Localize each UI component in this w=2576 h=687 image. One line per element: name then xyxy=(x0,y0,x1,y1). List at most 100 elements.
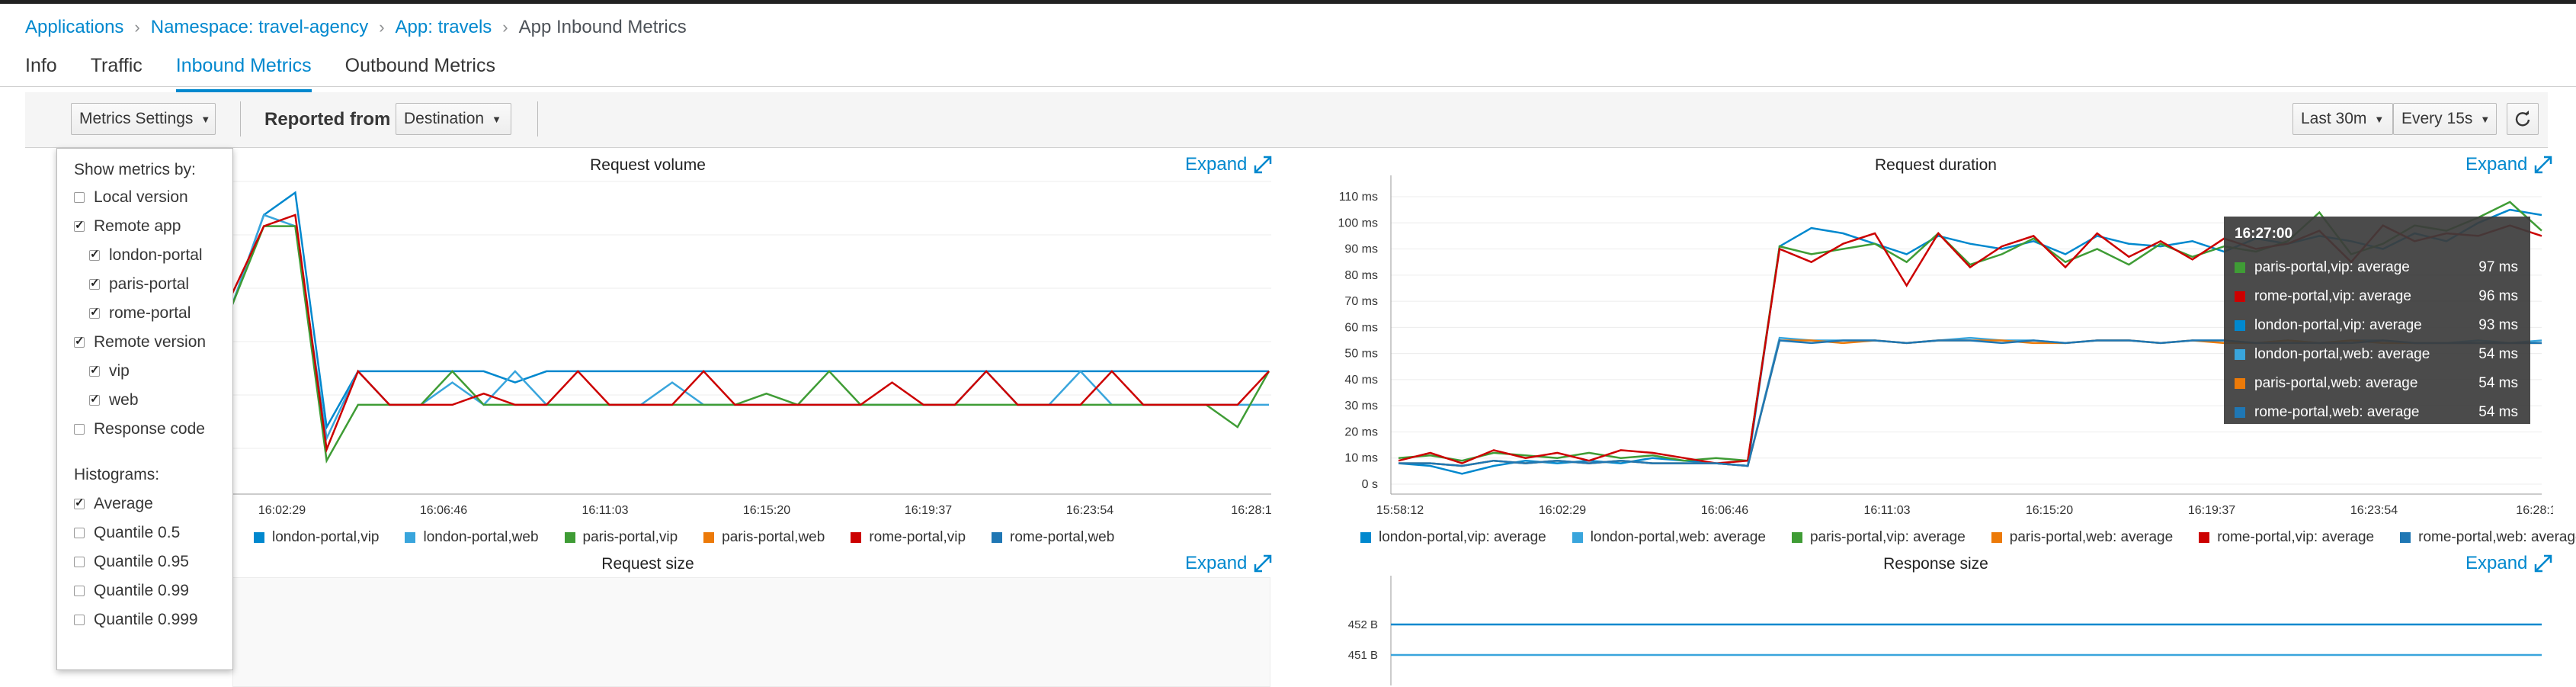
quantile-0999-checkbox[interactable] xyxy=(74,615,85,625)
legend-item[interactable]: paris-portal,web: average xyxy=(1991,529,2173,546)
quantile-099-checkbox[interactable] xyxy=(74,586,85,596)
legend-swatch xyxy=(2400,532,2411,543)
x-tick-label: 16:28:1 xyxy=(1231,504,1271,517)
metrics-toolbar: Metrics Settings ▼ Reported from Destinat… xyxy=(25,92,2548,148)
remote-version-vip[interactable]: vip xyxy=(89,362,130,380)
legend-item[interactable]: london-portal,web xyxy=(405,529,539,546)
reported-from-select[interactable]: Destination ▼ xyxy=(396,103,511,135)
expand-response-size[interactable]: Expand xyxy=(2465,553,2553,574)
local-version-option[interactable]: Local version xyxy=(74,188,188,207)
expand-request-duration[interactable]: Expand xyxy=(2465,154,2553,175)
tooltip-swatch xyxy=(2235,378,2245,389)
remote-app-option[interactable]: Remote app xyxy=(74,217,181,236)
tooltip-series-value: 54 ms xyxy=(2478,375,2518,391)
average-checkbox[interactable] xyxy=(74,496,85,509)
legend-swatch xyxy=(405,532,416,543)
legend-item[interactable]: rome-portal,vip: average xyxy=(2199,529,2374,546)
legend-item[interactable]: rome-portal,vip xyxy=(851,529,966,546)
remote-app-checkbox[interactable] xyxy=(74,218,85,232)
legend-label: paris-portal,vip: average xyxy=(1809,529,1966,545)
toolbar-divider xyxy=(537,101,538,136)
expand-label: Expand xyxy=(1185,553,1248,573)
legend-item[interactable]: london-portal,vip xyxy=(254,529,379,546)
expand-request-volume[interactable]: Expand xyxy=(1185,154,1273,175)
tooltip-series-value: 96 ms xyxy=(2478,288,2518,304)
rome-portal-checkbox[interactable] xyxy=(89,305,100,319)
remote-version-web[interactable]: web xyxy=(89,391,139,409)
tab-divider xyxy=(0,86,2576,87)
tooltip-row: paris-portal,vip: average 97 ms xyxy=(2235,259,2518,276)
request-volume-title: Request volume xyxy=(590,156,706,174)
x-tick-label: 16:15:20 xyxy=(743,504,790,517)
local-version-label: Local version xyxy=(94,188,188,206)
legend-swatch xyxy=(1791,532,1802,543)
remote-app-london[interactable]: london-portal xyxy=(89,246,203,265)
remote-app-paris[interactable]: paris-portal xyxy=(89,275,189,294)
web-label: web xyxy=(109,391,139,409)
histogram-quantile-099[interactable]: Quantile 0.99 xyxy=(74,582,189,600)
reported-from-value: Destination xyxy=(404,110,485,127)
y-tick-label: 60 ms xyxy=(1344,321,1378,334)
histogram-average[interactable]: Average xyxy=(74,495,153,513)
remote-app-rome[interactable]: rome-portal xyxy=(89,304,191,323)
expand-request-size[interactable]: Expand xyxy=(1185,553,1273,574)
legend-swatch xyxy=(992,532,1003,543)
legend-swatch xyxy=(703,532,715,543)
vip-label: vip xyxy=(109,362,130,380)
y-tick-label: 80 ms xyxy=(1344,269,1378,282)
legend-item[interactable]: paris-portal,vip xyxy=(564,529,678,546)
legend-swatch xyxy=(1991,532,2002,543)
tooltip-series-name: london-portal,web: average xyxy=(2254,346,2430,362)
legend-swatch xyxy=(254,532,264,543)
quantile-05-label: Quantile 0.5 xyxy=(94,524,181,541)
legend-item[interactable]: paris-portal,web xyxy=(703,529,825,546)
breadcrumb-app[interactable]: App: travels xyxy=(396,17,492,38)
tooltip-series-name: paris-portal,web: average xyxy=(2254,375,2418,391)
histogram-quantile-095[interactable]: Quantile 0.95 xyxy=(74,553,189,571)
chevron-down-icon: ▼ xyxy=(200,113,211,125)
request-duration-title: Request duration xyxy=(1875,156,1997,174)
legend-label: paris-portal,web: average xyxy=(2009,529,2174,545)
legend-swatch xyxy=(564,532,575,543)
tooltip-time: 16:27:00 xyxy=(2235,226,2293,242)
y-tick-label: 0 s xyxy=(1362,478,1378,491)
histogram-quantile-0999[interactable]: Quantile 0.999 xyxy=(74,611,198,629)
legend-item[interactable]: paris-portal,vip: average xyxy=(1791,529,1966,546)
request-duration-legend: london-portal,vip: average london-portal,… xyxy=(1360,529,2576,546)
metrics-settings-button[interactable]: Metrics Settings ▼ xyxy=(71,103,216,135)
time-range-value: Last 30m xyxy=(2301,110,2367,127)
legend-item[interactable]: rome-portal,web: average xyxy=(2400,529,2576,546)
legend-item[interactable]: rome-portal,web xyxy=(992,529,1114,546)
quantile-05-checkbox[interactable] xyxy=(74,528,85,538)
response-code-option[interactable]: Response code xyxy=(74,420,205,438)
vip-checkbox[interactable] xyxy=(89,363,100,377)
time-range-select[interactable]: Last 30m ▼ xyxy=(2292,103,2393,135)
tooltip-series-value: 54 ms xyxy=(2478,346,2518,362)
y-tick-label: 50 ms xyxy=(1344,348,1378,361)
x-tick-label: 16:02:29 xyxy=(258,504,306,517)
series-line xyxy=(231,225,1270,464)
breadcrumb-applications[interactable]: Applications xyxy=(25,17,123,38)
london-portal-checkbox[interactable] xyxy=(89,247,100,261)
remote-version-option[interactable]: Remote version xyxy=(74,333,206,352)
legend-item[interactable]: london-portal,vip: average xyxy=(1360,529,1546,546)
legend-item[interactable]: london-portal,web: average xyxy=(1572,529,1766,546)
tooltip-row: london-portal,vip: average 93 ms xyxy=(2235,317,2518,334)
legend-label: london-portal,vip: average xyxy=(1379,529,1546,545)
refresh-icon xyxy=(2515,111,2530,127)
local-version-checkbox[interactable] xyxy=(74,192,85,203)
response-code-checkbox[interactable] xyxy=(74,424,85,435)
remote-version-checkbox[interactable] xyxy=(74,334,85,348)
chevron-down-icon: ▼ xyxy=(2480,113,2491,125)
remote-version-label: Remote version xyxy=(94,333,207,351)
refresh-button[interactable] xyxy=(2507,103,2539,135)
reported-from-label: Reported from xyxy=(264,109,391,130)
tooltip-swatch xyxy=(2235,407,2245,418)
breadcrumb-namespace[interactable]: Namespace: travel-agency xyxy=(151,17,368,38)
histogram-quantile-05[interactable]: Quantile 0.5 xyxy=(74,524,180,542)
web-checkbox[interactable] xyxy=(89,392,100,406)
tooltip-row: paris-portal,web: average 54 ms xyxy=(2235,375,2518,392)
quantile-095-checkbox[interactable] xyxy=(74,557,85,567)
refresh-interval-select[interactable]: Every 15s ▼ xyxy=(2393,103,2497,135)
paris-portal-checkbox[interactable] xyxy=(89,276,100,290)
